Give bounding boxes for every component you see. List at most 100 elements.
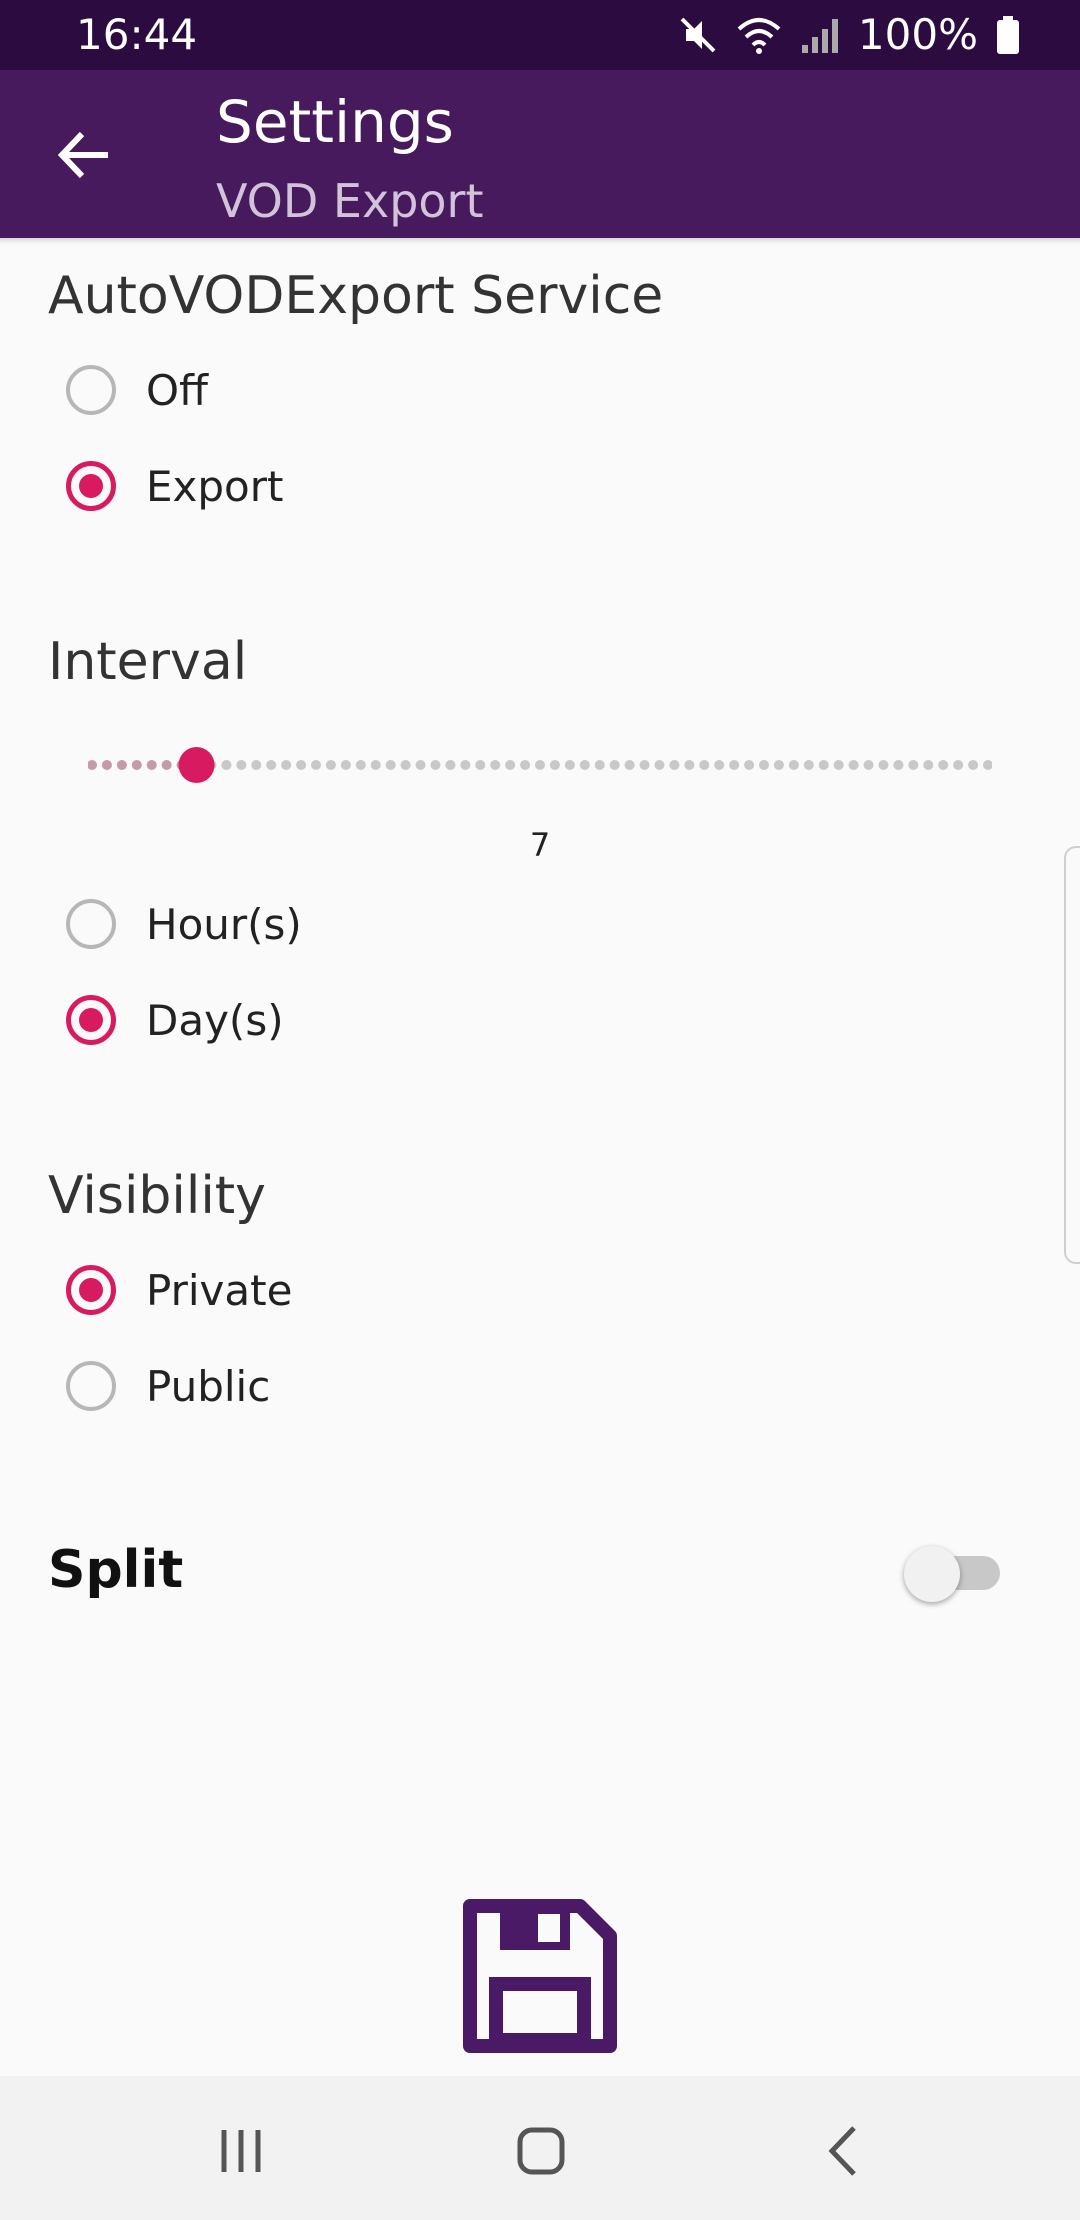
slider-tick <box>311 760 321 770</box>
slider-tick <box>938 760 949 770</box>
slider-tick <box>101 760 112 770</box>
interval-slider[interactable] <box>87 740 993 790</box>
radio-label: Private <box>146 1265 293 1315</box>
slider-tick <box>325 760 336 770</box>
slider-tick <box>983 760 993 770</box>
toggle-thumb <box>904 1546 960 1602</box>
battery-icon <box>996 15 1020 55</box>
slider-thumb[interactable] <box>178 747 215 783</box>
slider-tick <box>744 760 755 770</box>
slider-tick <box>848 760 859 770</box>
back-button[interactable] <box>50 120 120 190</box>
radio-button[interactable] <box>66 899 116 949</box>
slider-tick <box>684 760 695 770</box>
status-icons: 100% <box>678 10 1020 59</box>
slider-tick <box>803 760 814 770</box>
radio-button[interactable] <box>66 365 116 415</box>
slider-tick <box>788 760 799 770</box>
slider-tick <box>415 760 426 770</box>
save-button[interactable] <box>460 1896 620 2056</box>
slider-tick <box>161 760 172 770</box>
floppy-disk-icon <box>460 1899 620 2060</box>
slider-tick <box>385 760 396 770</box>
mute-icon <box>678 15 718 55</box>
slider-tick <box>893 760 904 770</box>
split-label: Split <box>48 1540 184 1600</box>
slider-tick <box>759 760 769 770</box>
slider-tick <box>475 760 486 770</box>
slider-tick <box>699 760 710 770</box>
home-icon <box>506 2127 576 2190</box>
slider-tick <box>340 760 351 770</box>
slider-tick <box>579 760 590 770</box>
radio-visibility-public[interactable]: Public <box>66 1356 270 1416</box>
radio-label: Public <box>146 1361 271 1411</box>
status-bar: 16:44 100% <box>0 0 1080 70</box>
battery-text: 100% <box>857 10 978 59</box>
radio-button[interactable] <box>66 461 116 511</box>
slider-tick <box>953 760 964 770</box>
slider-tick <box>968 760 979 770</box>
slider-tick <box>281 760 292 770</box>
radio-service-off[interactable]: Off <box>66 360 208 420</box>
status-time: 16:44 <box>76 10 198 59</box>
chevron-left-icon <box>810 2126 880 2190</box>
slider-tick <box>863 760 874 770</box>
slider-tick <box>624 760 635 770</box>
app-bar: Settings VOD Export <box>0 70 1080 238</box>
arrow-left-icon <box>50 131 120 194</box>
radio-label: Hour(s) <box>146 899 302 949</box>
interval-section-title: Interval <box>48 632 248 692</box>
slider-tick <box>236 760 247 770</box>
slider-tick <box>878 760 889 770</box>
radio-label: Day(s) <box>146 995 284 1045</box>
slider-tick <box>370 760 381 770</box>
slider-tick <box>146 760 157 770</box>
radio-button[interactable] <box>66 995 116 1045</box>
slider-tick <box>639 760 650 770</box>
radio-button[interactable] <box>66 1265 116 1315</box>
slider-tick <box>221 760 232 770</box>
slider-tick <box>923 760 934 770</box>
slider-tick <box>460 760 471 770</box>
radio-button[interactable] <box>66 1361 116 1411</box>
slider-tick <box>430 760 441 770</box>
visibility-section-title: Visibility <box>48 1166 266 1226</box>
radio-interval-days[interactable]: Day(s) <box>66 990 284 1050</box>
radio-interval-hours[interactable]: Hour(s) <box>66 894 302 954</box>
split-toggle[interactable] <box>904 1546 1000 1602</box>
radio-label: Export <box>146 461 284 511</box>
slider-tick <box>445 760 456 770</box>
slider-tick <box>818 760 829 770</box>
interval-value: 7 <box>529 826 551 864</box>
page-subtitle: VOD Export <box>216 174 484 228</box>
slider-track[interactable] <box>87 740 993 790</box>
slider-tick <box>773 760 784 770</box>
home-button[interactable] <box>506 2116 576 2186</box>
radio-label: Off <box>146 365 208 415</box>
slider-tick <box>833 760 844 770</box>
slider-tick <box>908 760 919 770</box>
slider-tick <box>564 760 575 770</box>
radio-service-export[interactable]: Export <box>66 456 283 516</box>
slider-tick <box>266 760 277 770</box>
slider-tick <box>594 760 605 770</box>
slider-tick <box>714 760 725 770</box>
recents-button[interactable] <box>206 2116 276 2186</box>
slider-tick <box>251 760 262 770</box>
signal-icon <box>800 15 840 55</box>
slider-tick <box>609 760 620 770</box>
service-section-title: AutoVODExport Service <box>48 266 664 326</box>
edge-panel-handle[interactable] <box>1064 846 1080 1264</box>
app-bar-shadow <box>0 238 1080 244</box>
system-nav-bar <box>0 2076 1080 2220</box>
nav-back-button[interactable] <box>810 2116 880 2186</box>
slider-tick <box>654 760 665 770</box>
radio-visibility-private[interactable]: Private <box>66 1260 292 1320</box>
slider-tick <box>729 760 740 770</box>
slider-tick <box>669 760 680 770</box>
slider-tick <box>131 760 142 770</box>
slider-tick <box>490 760 501 770</box>
slider-tick <box>400 760 411 770</box>
slider-tick <box>116 760 127 770</box>
